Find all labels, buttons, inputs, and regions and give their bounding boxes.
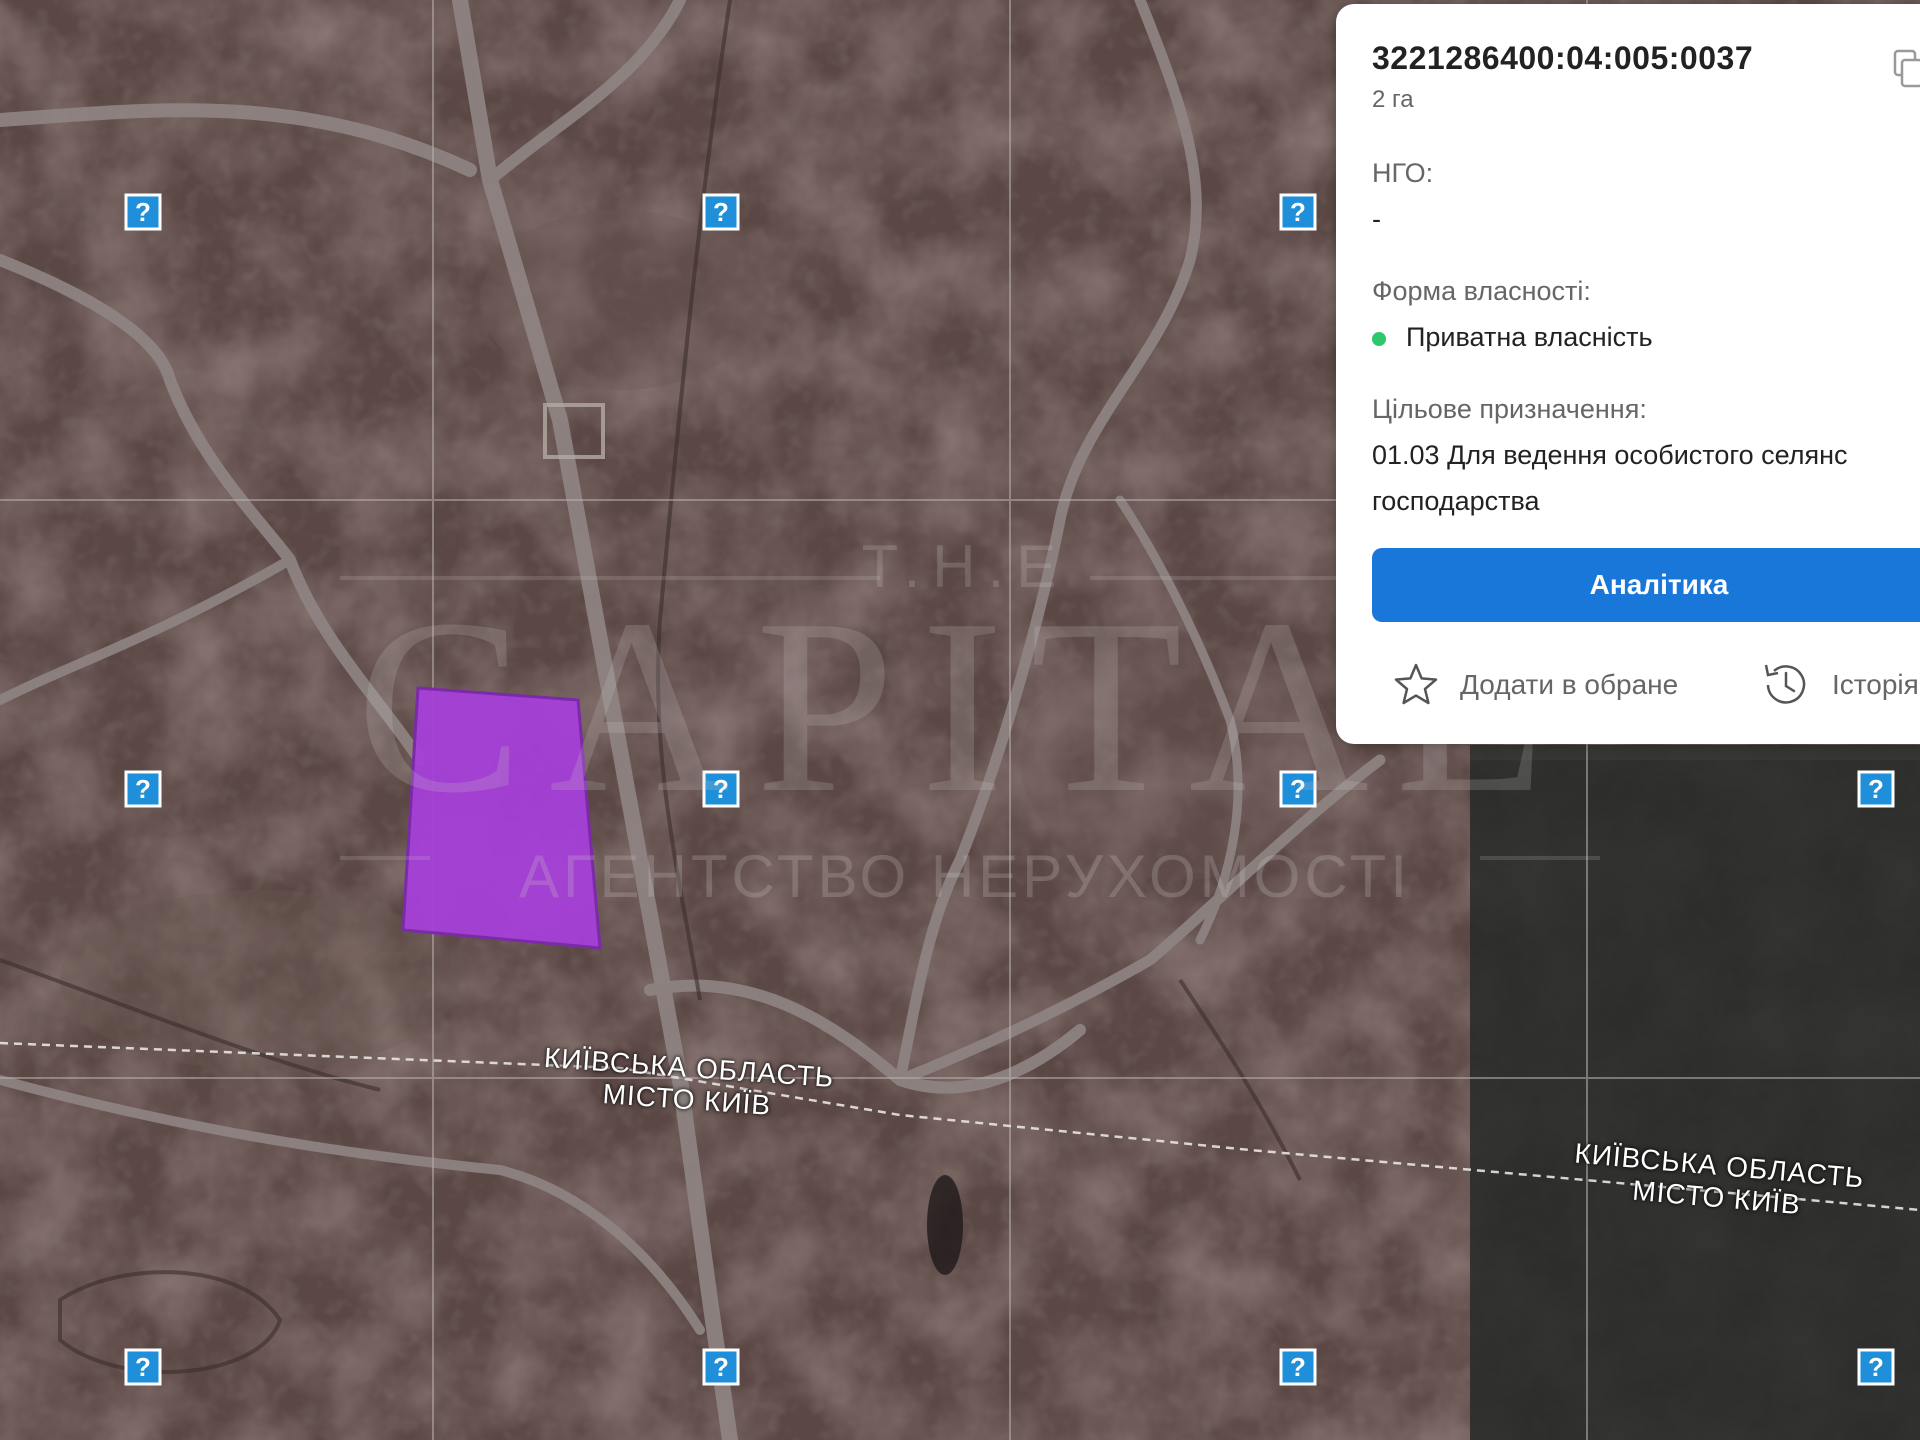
ngo-label: НГО:	[1372, 158, 1434, 188]
question-marker-icon[interactable]: ?	[1857, 1348, 1895, 1386]
question-marker-icon[interactable]: ?	[124, 1348, 162, 1386]
marker-symbol: ?	[713, 1352, 729, 1382]
parcel-area: 2 га	[1372, 86, 1414, 113]
purpose-value-line1: 01.03 Для ведення особистого селянс	[1372, 440, 1848, 470]
marker-symbol: ?	[713, 197, 729, 227]
marker-symbol: ?	[1290, 197, 1306, 227]
forest-area	[1470, 745, 1920, 1440]
marker-symbol: ?	[1868, 1352, 1884, 1382]
question-marker-icon[interactable]: ?	[1279, 770, 1317, 808]
ngo-value: -	[1372, 204, 1381, 234]
marker-symbol: ?	[713, 774, 729, 804]
marker-symbol: ?	[135, 774, 151, 804]
cadastral-number[interactable]: 3221286400:04:005:0037	[1372, 40, 1753, 77]
copy-icon[interactable]	[1892, 48, 1920, 92]
question-marker-icon[interactable]: ?	[702, 770, 740, 808]
analytics-button[interactable]: Аналітика	[1372, 548, 1920, 622]
question-marker-icon[interactable]: ?	[702, 1348, 740, 1386]
marker-symbol: ?	[135, 1352, 151, 1382]
question-marker-icon[interactable]: ?	[1279, 193, 1317, 231]
add-to-favorites-label: Додати в обране	[1460, 669, 1679, 700]
history-button[interactable]: Історія	[1760, 658, 1919, 712]
question-marker-icon[interactable]: ?	[1279, 1348, 1317, 1386]
marker-symbol: ?	[1290, 1352, 1306, 1382]
star-icon	[1394, 663, 1438, 705]
question-marker-icon[interactable]: ?	[124, 193, 162, 231]
purpose-value-line2: господарства	[1372, 486, 1540, 516]
marker-symbol: ?	[1868, 774, 1884, 804]
question-marker-icon[interactable]: ?	[702, 193, 740, 231]
question-marker-icon[interactable]: ?	[124, 770, 162, 808]
history-icon	[1764, 664, 1806, 704]
ownership-value: Приватна власність	[1406, 322, 1653, 352]
ownership-label: Форма власності:	[1372, 276, 1591, 306]
marker-symbol: ?	[1290, 774, 1306, 804]
parcel-info-panel: 3221286400:04:005:0037 2 га НГО: - Форма…	[1336, 4, 1920, 744]
purpose-label: Цільове призначення:	[1372, 394, 1647, 424]
ownership-status-dot	[1372, 332, 1386, 346]
add-to-favorites-button[interactable]: Додати в обране	[1392, 658, 1678, 712]
question-marker-icon[interactable]: ?	[1857, 770, 1895, 808]
marker-symbol: ?	[135, 197, 151, 227]
selected-parcel[interactable]	[401, 686, 602, 950]
analytics-button-label: Аналітика	[1589, 569, 1729, 600]
history-label: Історія	[1832, 669, 1919, 700]
